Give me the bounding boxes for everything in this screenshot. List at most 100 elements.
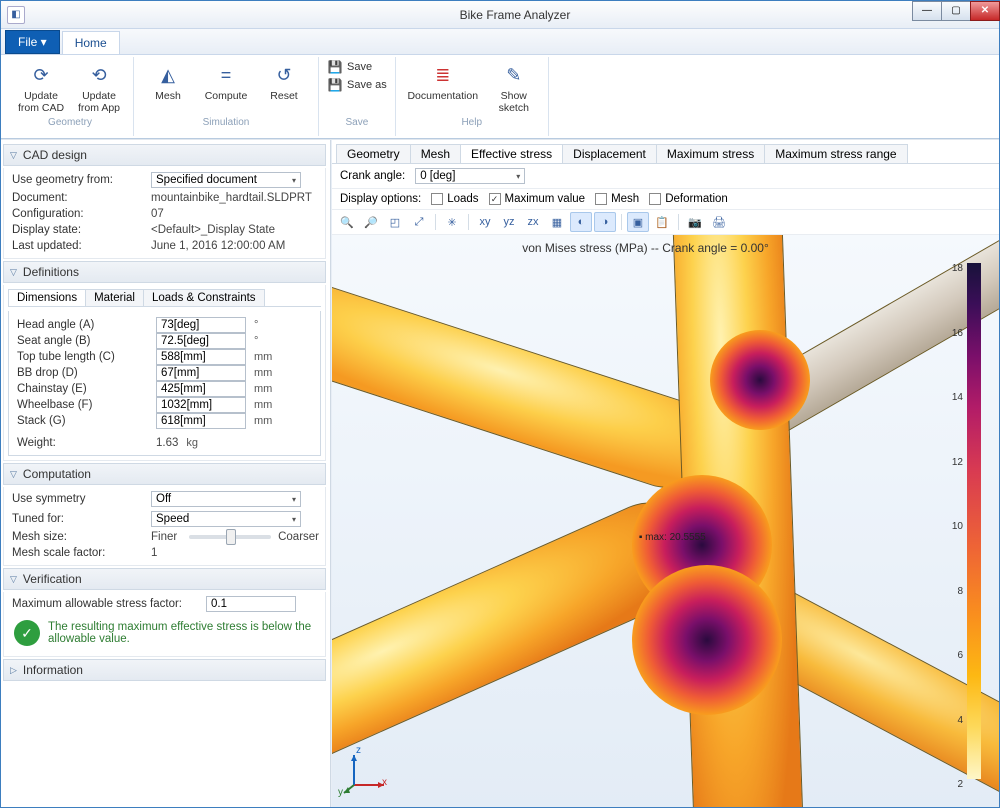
section-information[interactable]: ▷Information: [3, 659, 326, 681]
viewer-tab-maximum-stress-range[interactable]: Maximum stress range: [764, 144, 907, 163]
viewer-tab-displacement[interactable]: Displacement: [562, 144, 657, 163]
colorbar-tick: 8: [957, 586, 963, 597]
use-symmetry-dropdown[interactable]: Off▾: [151, 491, 301, 507]
group-label-save: Save: [345, 117, 368, 128]
display-options-label: Display options:: [340, 193, 421, 205]
weight-label: Weight:: [17, 437, 152, 449]
weight-value: 1.63: [156, 437, 178, 449]
display-state-value: <Default>_Display State: [151, 224, 275, 236]
check-icon: ✓: [14, 620, 40, 646]
maximize-button[interactable]: ▢: [941, 1, 971, 21]
rotate-icon[interactable]: ✳: [441, 212, 463, 232]
colorbar-tick: 10: [952, 521, 963, 532]
zoom-extents-icon[interactable]: ⤢: [408, 212, 430, 232]
section-verification[interactable]: ▽Verification: [3, 568, 326, 590]
dim-input-0[interactable]: 73[deg]: [156, 317, 246, 333]
update-from-app-button[interactable]: ⟲Update from App: [73, 59, 125, 119]
max-value-checkbox[interactable]: ✓Maximum value: [489, 193, 586, 205]
dim-label: Wheelbase (F): [17, 399, 152, 411]
file-menu[interactable]: File ▾: [5, 30, 60, 54]
loads-checkbox[interactable]: Loads: [431, 193, 478, 205]
colorbar-tick: 12: [952, 457, 963, 468]
group-label-geometry: Geometry: [48, 117, 92, 128]
colorbar-tick: 6: [957, 650, 963, 661]
dim-input-4[interactable]: 425[mm]: [156, 381, 246, 397]
zoom-in-icon[interactable]: 🔍: [336, 212, 358, 232]
compute-button[interactable]: =Compute: [200, 59, 252, 119]
compute-icon: =: [213, 62, 239, 88]
view-xy-icon[interactable]: xy: [474, 212, 496, 232]
window-title: Bike Frame Analyzer: [31, 8, 999, 22]
save-button[interactable]: 💾Save: [327, 59, 387, 75]
axes-triad: x y z: [342, 749, 390, 797]
dim-unit: mm: [254, 383, 280, 395]
dim-label: Stack (G): [17, 415, 152, 427]
dim-label: Seat angle (B): [17, 335, 152, 347]
colorbar-tick: 18: [952, 263, 963, 274]
viewer-tab-geometry[interactable]: Geometry: [336, 144, 411, 163]
mesh-checkbox[interactable]: Mesh: [595, 193, 639, 205]
section-computation[interactable]: ▽Computation: [3, 463, 326, 485]
tab-loads-constraints[interactable]: Loads & Constraints: [143, 289, 265, 306]
chevron-right-icon: ▷: [10, 665, 17, 676]
update-from-cad-button[interactable]: ⟳Update from CAD: [15, 59, 67, 119]
colorbar-tick: 4: [957, 715, 963, 726]
mesh-size-slider[interactable]: [189, 535, 271, 539]
display-state-label: Display state:: [12, 224, 147, 236]
dim-unit: °: [254, 335, 280, 347]
pdf-icon: ≣: [430, 62, 456, 88]
dim-unit: mm: [254, 399, 280, 411]
tuned-for-dropdown[interactable]: Speed▾: [151, 511, 301, 527]
viewer-tab-mesh[interactable]: Mesh: [410, 144, 461, 163]
section-definitions[interactable]: ▽Definitions: [3, 261, 326, 283]
zoom-box-icon[interactable]: ◰: [384, 212, 406, 232]
minimize-button[interactable]: —: [912, 1, 942, 21]
max-stress-factor-input[interactable]: 0.1: [206, 596, 296, 612]
snapshot-icon[interactable]: 📷: [684, 212, 706, 232]
zoom-out-icon[interactable]: 🔎: [360, 212, 382, 232]
dim-input-5[interactable]: 1032[mm]: [156, 397, 246, 413]
view-transparency-icon[interactable]: ◑: [594, 212, 616, 232]
graphics-canvas[interactable]: von Mises stress (MPa) -- Crank angle = …: [332, 235, 999, 807]
view-yz-icon[interactable]: yz: [498, 212, 520, 232]
group-label-help: Help: [461, 117, 482, 128]
dim-input-2[interactable]: 588[mm]: [156, 349, 246, 365]
viewer-tab-effective-stress[interactable]: Effective stress: [460, 144, 563, 163]
clipboard-icon[interactable]: 📋: [651, 212, 673, 232]
dim-input-6[interactable]: 618[mm]: [156, 413, 246, 429]
dim-input-1[interactable]: 72.5[deg]: [156, 333, 246, 349]
app-icon: ◧: [7, 6, 25, 24]
view-grid-icon[interactable]: ▦: [546, 212, 568, 232]
mesh-button[interactable]: ◭Mesh: [142, 59, 194, 119]
ribbon: ⟳Update from CAD ⟲Update from App Geomet…: [1, 55, 999, 139]
close-button[interactable]: ✕: [970, 1, 1000, 21]
reset-button[interactable]: ↺Reset: [258, 59, 310, 119]
tab-dimensions[interactable]: Dimensions: [8, 289, 86, 306]
save-as-button[interactable]: 💾Save as: [327, 77, 387, 93]
chevron-down-icon: ▽: [10, 574, 17, 585]
use-geometry-from-label: Use geometry from:: [12, 174, 147, 186]
use-geometry-dropdown[interactable]: Specified document▾: [151, 172, 301, 188]
show-sketch-button[interactable]: ✎Show sketch: [488, 59, 540, 119]
section-cad-design[interactable]: ▽CAD design: [3, 144, 326, 166]
deformation-checkbox[interactable]: Deformation: [649, 193, 728, 205]
select-icon[interactable]: ▣: [627, 212, 649, 232]
print-icon[interactable]: 🖨: [708, 212, 730, 232]
tab-material[interactable]: Material: [85, 289, 144, 306]
document-label: Document:: [12, 192, 147, 204]
dim-label: Head angle (A): [17, 319, 152, 331]
colorbar-tick: 16: [952, 328, 963, 339]
crank-angle-dropdown[interactable]: 0 [deg]▾: [415, 168, 525, 184]
tab-home[interactable]: Home: [62, 31, 120, 54]
side-panel: ▽CAD design Use geometry from: Specified…: [1, 140, 331, 807]
reset-icon: ↺: [271, 62, 297, 88]
documentation-button[interactable]: ≣Documentation: [404, 59, 482, 119]
plot-title: von Mises stress (MPa) -- Crank angle = …: [332, 241, 959, 255]
view-scene-light-icon[interactable]: ◐: [570, 212, 592, 232]
group-label-simulation: Simulation: [203, 117, 250, 128]
dim-input-3[interactable]: 67[mm]: [156, 365, 246, 381]
view-zx-icon[interactable]: zx: [522, 212, 544, 232]
sketch-icon: ✎: [501, 62, 527, 88]
viewer-tab-maximum-stress[interactable]: Maximum stress: [656, 144, 765, 163]
chevron-down-icon: ▽: [10, 469, 17, 480]
